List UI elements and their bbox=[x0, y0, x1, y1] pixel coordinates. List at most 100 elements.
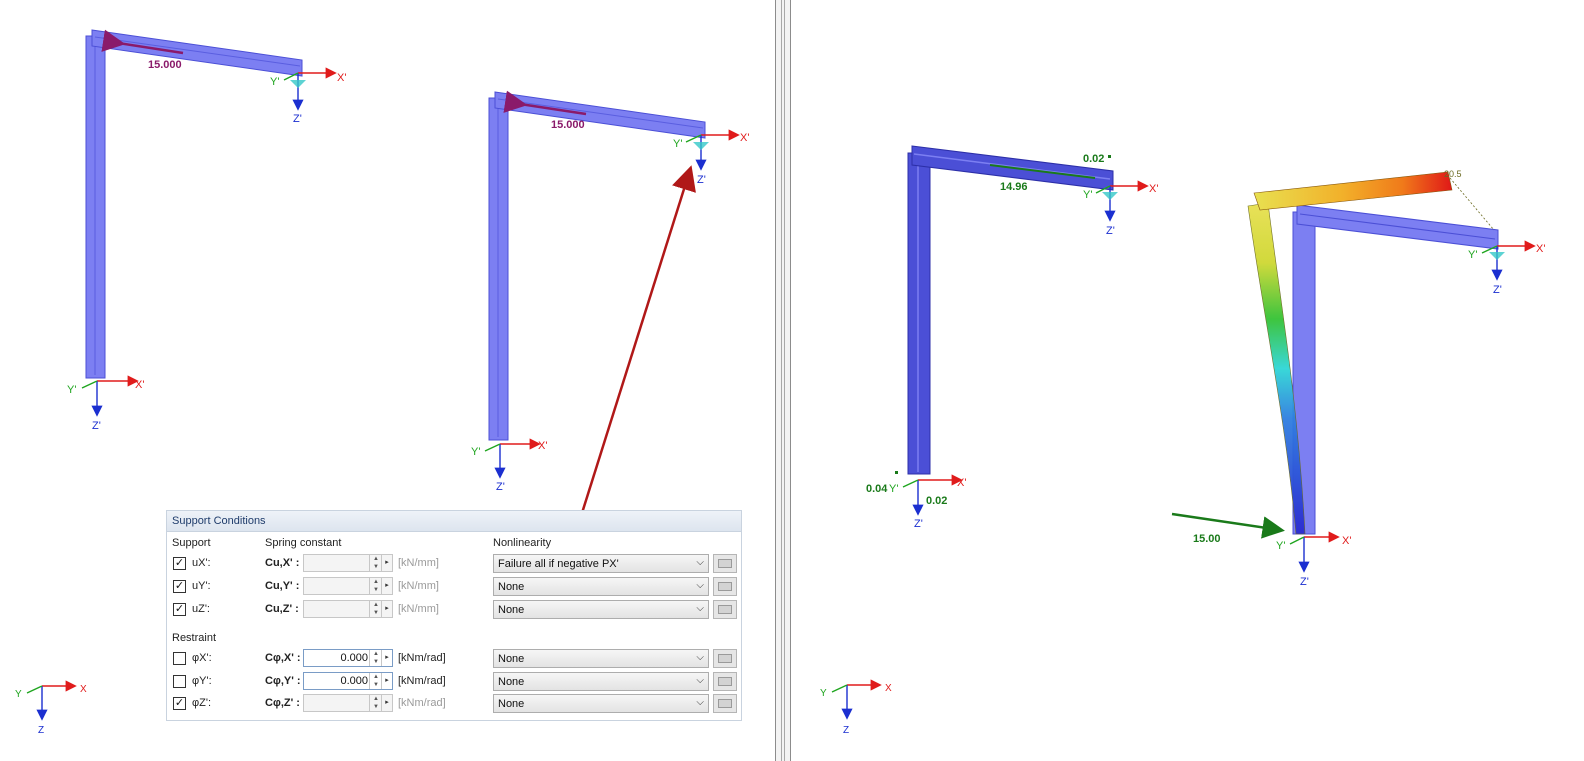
nonlinearity-value: None bbox=[498, 676, 525, 688]
nodal-support-axes: X' Y' Z' bbox=[270, 67, 346, 125]
unit-label: [kN/mm] bbox=[398, 580, 439, 592]
restraint-phiy-checkbox[interactable] bbox=[173, 675, 186, 688]
spring-constant-input[interactable]: 0.000 ▲ ▼ ▸ bbox=[303, 672, 393, 690]
restraint-row-phix: φX': Cφ,X' : 0.000 ▲ ▼ ▸ [kNm/rad] None ⌵ bbox=[167, 648, 743, 670]
annotation-arrow bbox=[569, 165, 696, 549]
spring-constant-input[interactable]: ▲ ▼ ▸ bbox=[303, 577, 393, 595]
axis-x-label: X' bbox=[1342, 535, 1351, 547]
axis-z-label: Z' bbox=[1106, 225, 1115, 237]
dof-label: φY': bbox=[192, 675, 212, 687]
axis-z-label: Z' bbox=[697, 174, 706, 186]
spring-constant-input[interactable]: 0.000 ▲ ▼ ▸ bbox=[303, 649, 393, 667]
restraint-phix-checkbox[interactable] bbox=[173, 652, 186, 665]
edit-nonlinearity-button[interactable] bbox=[713, 649, 737, 668]
axis-z-label: Z' bbox=[92, 420, 101, 432]
spring-constant-value: 0.000 bbox=[340, 652, 368, 664]
axis-x-label: X' bbox=[957, 477, 966, 489]
chevron-down-icon: ⌵ bbox=[696, 603, 704, 614]
spring-constant-label: Cφ,X' : bbox=[265, 652, 301, 664]
dof-label: uY': bbox=[192, 580, 211, 592]
restraint-header: Restraint bbox=[172, 632, 217, 644]
splitter-grip[interactable] bbox=[781, 0, 785, 761]
support-uz-checkbox[interactable]: ✓ bbox=[173, 603, 186, 616]
nonlinearity-select[interactable]: None ⌵ bbox=[493, 577, 709, 596]
support-column-header: Support bbox=[172, 537, 211, 549]
support-ux-checkbox[interactable]: ✓ bbox=[173, 557, 186, 570]
expand-arrow-icon[interactable]: ▸ bbox=[381, 601, 392, 617]
member-load-label: 15.000 bbox=[148, 59, 182, 71]
nonlinearity-select[interactable]: None ⌵ bbox=[493, 672, 709, 691]
beam-member bbox=[494, 91, 706, 139]
edit-nonlinearity-button[interactable] bbox=[713, 554, 737, 573]
support-conditions-panel: Support Conditions Support Spring consta… bbox=[166, 510, 742, 721]
dof-label: uZ': bbox=[192, 603, 210, 615]
column-member bbox=[907, 152, 931, 475]
axis-z-label: Z' bbox=[1493, 284, 1502, 296]
nonlinearity-select[interactable]: None ⌵ bbox=[493, 694, 709, 713]
spring-constant-label: Cu,Y' : bbox=[265, 580, 300, 592]
support-uy-checkbox[interactable]: ✓ bbox=[173, 580, 186, 593]
left-global-axes: X Y Z bbox=[15, 680, 87, 736]
dof-label: uX': bbox=[192, 557, 211, 569]
nonlinearity-value: None bbox=[498, 653, 525, 665]
axis-x-label: X' bbox=[538, 440, 547, 452]
view-splitter[interactable] bbox=[775, 0, 791, 761]
axis-x-label: X' bbox=[337, 72, 346, 84]
result-value-top: 0.02 bbox=[1083, 153, 1104, 165]
nonlinearity-value: None bbox=[498, 604, 525, 616]
edit-nonlinearity-button[interactable] bbox=[713, 694, 737, 713]
axis-y-label: Y' bbox=[889, 483, 898, 495]
restraint-row-phiy: φY': Cφ,Y' : 0.000 ▲ ▼ ▸ [kNm/rad] None ⌵ bbox=[167, 671, 743, 693]
spring-constant-input[interactable]: ▲ ▼ ▸ bbox=[303, 694, 393, 712]
expand-arrow-icon[interactable]: ▸ bbox=[381, 555, 392, 571]
member-load-label: 15.00 bbox=[1193, 533, 1221, 545]
base-support-axes: X' Y' Z' bbox=[471, 438, 547, 493]
right-global-axes: X Y Z bbox=[820, 679, 892, 736]
spring-constant-input[interactable]: ▲ ▼ ▸ bbox=[303, 600, 393, 618]
result-value-left: 0.04 bbox=[866, 483, 888, 495]
edit-nonlinearity-button[interactable] bbox=[713, 577, 737, 596]
edit-nonlinearity-button[interactable] bbox=[713, 672, 737, 691]
chevron-down-icon: ⌵ bbox=[696, 652, 704, 663]
axis-z-label: Z' bbox=[293, 113, 302, 125]
right-frame-1: 0.02 14.96 X' Y' Z' X' Y' Z' 0.04 0.02 bbox=[866, 145, 1158, 530]
nonlinearity-column-header: Nonlinearity bbox=[493, 537, 552, 549]
expand-arrow-icon[interactable]: ▸ bbox=[381, 695, 392, 711]
nonlinearity-select[interactable]: None ⌵ bbox=[493, 649, 709, 668]
nonlinearity-select[interactable]: None ⌵ bbox=[493, 600, 709, 619]
member-load-arrow bbox=[1171, 512, 1285, 539]
edit-icon bbox=[718, 582, 732, 591]
edit-nonlinearity-button[interactable] bbox=[713, 600, 737, 619]
expand-arrow-icon[interactable]: ▸ bbox=[381, 650, 392, 666]
spring-constant-label: Cφ,Y' : bbox=[265, 675, 301, 687]
axis-x-label: X' bbox=[135, 379, 144, 391]
chevron-down-icon: ⌵ bbox=[696, 580, 704, 591]
axis-x-label: X' bbox=[1149, 183, 1158, 195]
base-support-axes: X' Y' Z' bbox=[67, 375, 144, 432]
support-row-uz: ✓ uZ': Cu,Z' : ▲ ▼ ▸ [kN/mm] None ⌵ bbox=[167, 599, 743, 621]
restraint-row-phiz: ✓ φZ': Cφ,Z' : ▲ ▼ ▸ [kNm/rad] None ⌵ bbox=[167, 693, 743, 715]
result-value-base: 0.02 bbox=[926, 495, 947, 507]
right-frame-2: 20.5 15.00 X' Y' Z' X' Y' Z' bbox=[1171, 169, 1545, 588]
spring-constant-input[interactable]: ▲ ▼ ▸ bbox=[303, 554, 393, 572]
base-support-axes: X' Y' Z' bbox=[1276, 531, 1351, 588]
beam-member bbox=[91, 29, 303, 77]
expand-arrow-icon[interactable]: ▸ bbox=[381, 673, 392, 689]
max-deformation-label: 20.5 bbox=[1444, 169, 1462, 179]
restraint-phiz-checkbox[interactable]: ✓ bbox=[173, 697, 186, 710]
axis-y-label: Y' bbox=[1083, 189, 1092, 201]
expand-arrow-icon[interactable]: ▸ bbox=[381, 578, 392, 594]
axis-z-label: Z' bbox=[1300, 576, 1309, 588]
nonlinearity-select[interactable]: Failure all if negative PX' ⌵ bbox=[493, 554, 709, 573]
chevron-down-icon: ⌵ bbox=[696, 557, 704, 568]
axis-z-label: Z bbox=[843, 725, 849, 736]
spring-constant-label: Cu,X' : bbox=[265, 557, 300, 569]
axis-y-label: Y' bbox=[673, 138, 682, 150]
unit-label: [kNm/rad] bbox=[398, 652, 446, 664]
spring-constant-value: 0.000 bbox=[340, 675, 368, 687]
axis-x-label: X' bbox=[1536, 243, 1545, 255]
unit-label: [kNm/rad] bbox=[398, 675, 446, 687]
result-value-beam: 14.96 bbox=[1000, 181, 1028, 193]
axis-z-label: Z' bbox=[496, 481, 505, 493]
chevron-down-icon: ⌵ bbox=[696, 697, 704, 708]
